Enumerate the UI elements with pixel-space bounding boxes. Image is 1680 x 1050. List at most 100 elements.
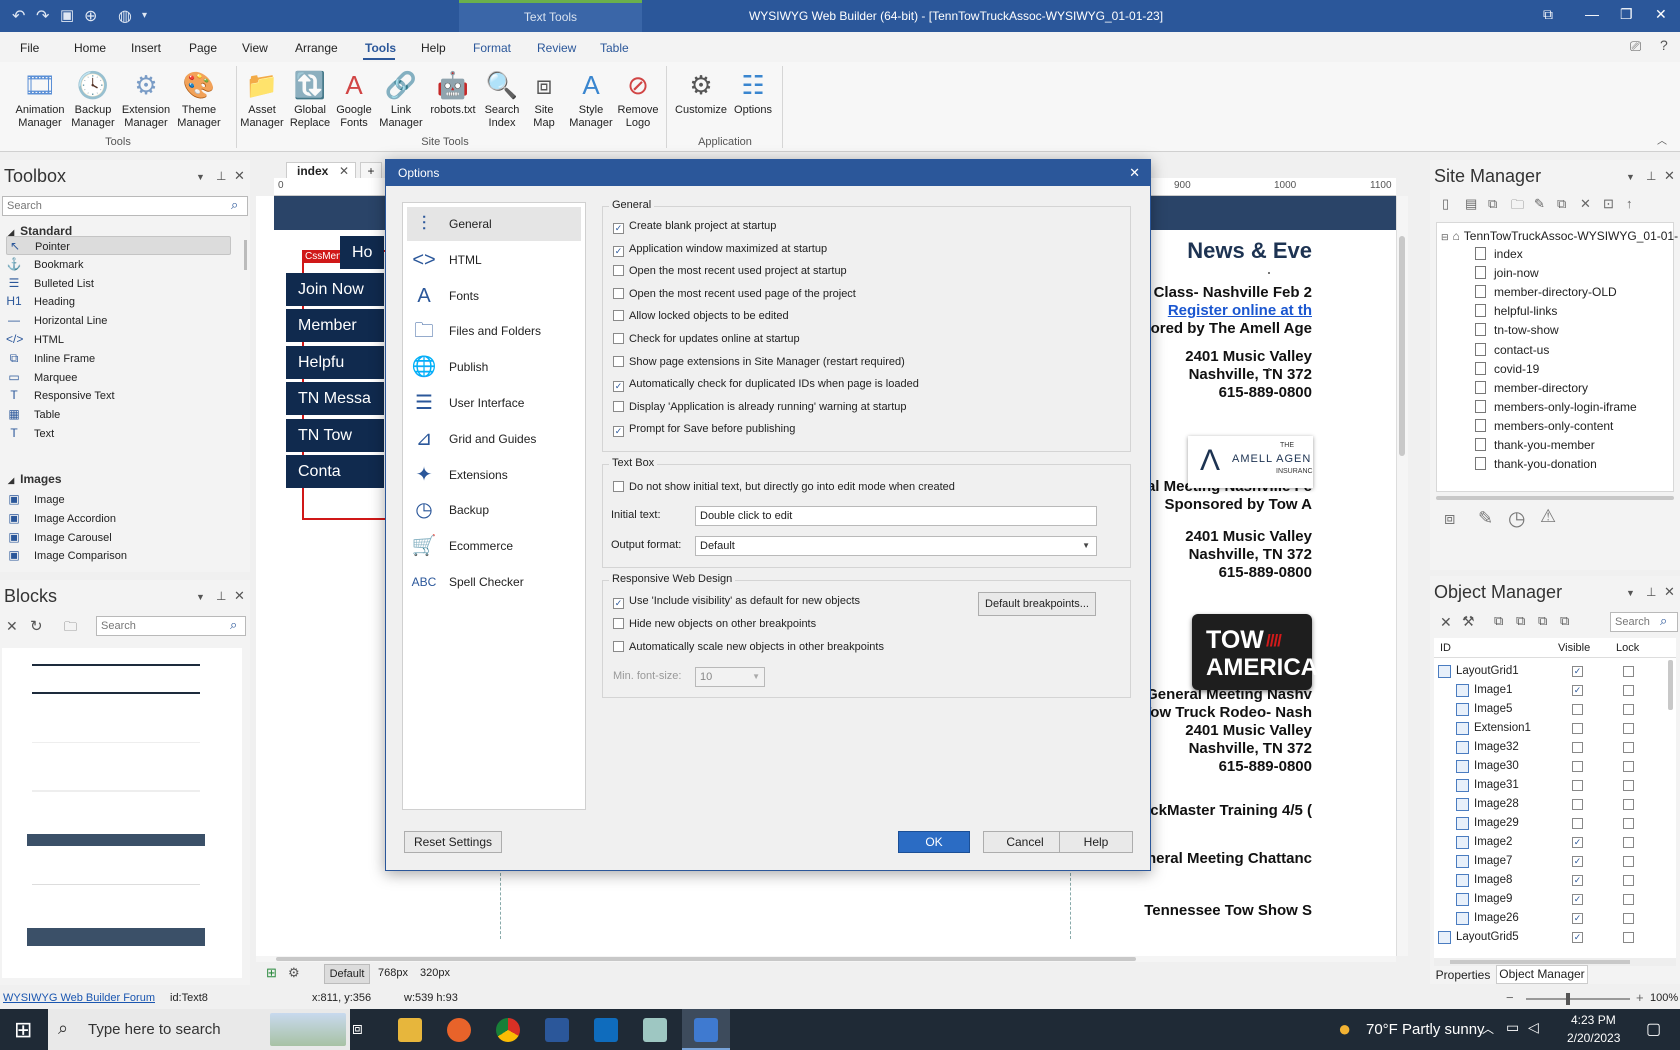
lock-checkbox[interactable]: [1623, 685, 1634, 696]
object-row[interactable]: Image30: [1436, 757, 1672, 776]
object-row[interactable]: Image2 ✓: [1436, 833, 1672, 852]
options-nav-user-interface[interactable]: ☰ User Interface: [407, 386, 581, 420]
lock-checkbox[interactable]: [1623, 856, 1634, 867]
ribbon-button-animation-manager[interactable]: 🎞 Animation Manager: [14, 68, 66, 130]
pin-icon[interactable]: ⊥: [1646, 169, 1656, 183]
breakpoint-768[interactable]: 768px: [378, 967, 408, 979]
close-panel-icon[interactable]: ✕: [234, 588, 245, 604]
refresh-icon[interactable]: ↻: [30, 617, 43, 635]
object-row[interactable]: Image32: [1436, 738, 1672, 757]
lock-checkbox[interactable]: [1623, 913, 1634, 924]
option-checkbox[interactable]: Show page extensions in Site Manager (re…: [613, 355, 905, 369]
cancel-button[interactable]: Cancel: [983, 831, 1067, 853]
ribbon-button-robots[interactable]: 🤖 robots.txt: [427, 68, 479, 117]
ribbon-button-google-fonts[interactable]: A Google Fonts: [328, 68, 380, 130]
object-row[interactable]: LayoutGrid5 ✓: [1436, 928, 1672, 947]
menu-page[interactable]: Page: [189, 41, 217, 55]
section-images[interactable]: ◢ Images: [8, 472, 62, 486]
block-thumbnail[interactable]: [32, 692, 200, 694]
collapse-ribbon-icon[interactable]: ︿: [1657, 132, 1667, 147]
lock-checkbox[interactable]: [1623, 875, 1634, 886]
news-line[interactable]: Nashville, TN 372: [1189, 740, 1312, 757]
block-thumbnail[interactable]: [27, 928, 205, 946]
firefox-icon[interactable]: [447, 1018, 471, 1042]
options-nav-folder-gear[interactable]: 🗀 Files and Folders: [407, 314, 581, 348]
min-font-size-input[interactable]: 10 ▼: [695, 667, 765, 687]
breakpoint-320[interactable]: 320px: [420, 967, 450, 979]
search-icon[interactable]: ⌕: [231, 197, 238, 213]
pin-icon[interactable]: ⊥: [216, 589, 226, 603]
tab-object-manager[interactable]: Object Manager: [1496, 965, 1588, 984]
ribbon-button-backup-manager[interactable]: 🕓 Backup Manager: [67, 68, 119, 130]
ribbon-button-theme-manager[interactable]: 🎨 Theme Manager: [173, 68, 225, 130]
ribbon-button-options[interactable]: ☷ Options: [727, 68, 779, 117]
canvas-menu-item[interactable]: TN Tow: [286, 418, 384, 452]
option-checkbox[interactable]: Automatically scale new objects in other…: [613, 641, 884, 654]
block-thumbnail[interactable]: [32, 664, 200, 666]
panel-menu-icon[interactable]: ▼: [196, 592, 205, 602]
news-line[interactable]: Nashville, TN 372: [1189, 366, 1312, 383]
column-lock[interactable]: Lock: [1616, 638, 1639, 658]
reset-settings-button[interactable]: Reset Settings: [404, 831, 502, 853]
site-page-item[interactable]: contact-us: [1475, 342, 1549, 357]
object-row[interactable]: Image7 ✓: [1436, 852, 1672, 871]
option-checkbox[interactable]: ✓ Application window maximized at startup: [613, 243, 827, 257]
canvas-vertical-scrollbar[interactable]: [1396, 196, 1408, 956]
tool-heading[interactable]: H1 Heading: [6, 292, 231, 311]
option-checkbox[interactable]: ✓ Prompt for Save before publishing: [613, 423, 795, 438]
close-icon[interactable]: ✕: [1655, 6, 1667, 23]
clock-time[interactable]: 4:23 PM: [1571, 1013, 1616, 1027]
close-panel-icon[interactable]: ✕: [1664, 168, 1675, 184]
close-panel-icon[interactable]: ✕: [1664, 584, 1675, 600]
panel-menu-icon[interactable]: ▼: [196, 172, 205, 182]
news-line[interactable]: Nashville, TN 372: [1189, 546, 1312, 563]
wrench-icon[interactable]: ⚒: [1462, 613, 1475, 630]
site-page-item[interactable]: thank-you-member: [1475, 438, 1595, 452]
block-thumbnail[interactable]: [27, 834, 205, 846]
scroll-thumb[interactable]: [276, 957, 1136, 961]
news-line[interactable]: General Meeting Chattanc: [1127, 850, 1312, 867]
object-row[interactable]: Image1 ✓: [1436, 681, 1672, 700]
column-id[interactable]: ID: [1440, 638, 1451, 658]
wysiwyg-taskbar-button[interactable]: [682, 1009, 730, 1050]
search-icon[interactable]: ⌕: [1660, 613, 1667, 629]
zoom-slider[interactable]: [1526, 993, 1630, 1005]
panel-menu-icon[interactable]: ▼: [1626, 172, 1635, 182]
visible-checkbox[interactable]: [1572, 761, 1583, 772]
options-nav-puzzle[interactable]: ✦ Extensions: [407, 458, 581, 492]
tab-properties[interactable]: Properties: [1434, 966, 1492, 984]
copy-icon[interactable]: ⧉: [1557, 196, 1566, 212]
warning-icon[interactable]: ⚠: [1540, 506, 1556, 527]
canvas-menu-item[interactable]: Ho: [340, 236, 384, 269]
lock-checkbox[interactable]: [1623, 742, 1634, 753]
object-row[interactable]: Image9 ✓: [1436, 890, 1672, 909]
initial-text-input[interactable]: Double click to edit: [695, 506, 1097, 526]
layer-icon[interactable]: ⧉: [1560, 613, 1569, 629]
menu-tools[interactable]: Tools: [365, 41, 396, 55]
scroll-thumb[interactable]: [1399, 236, 1405, 456]
menu-review[interactable]: Review: [537, 41, 576, 55]
site-page-item[interactable]: members-only-login-iframe: [1475, 399, 1637, 414]
visible-checkbox[interactable]: [1572, 799, 1583, 810]
visible-checkbox[interactable]: ✓: [1572, 913, 1583, 924]
visible-checkbox[interactable]: ✓: [1572, 666, 1583, 677]
block-thumbnail[interactable]: [32, 884, 200, 885]
menu-home[interactable]: Home: [74, 41, 106, 55]
delete-icon[interactable]: ✕: [1440, 614, 1452, 631]
canvas-menu-item[interactable]: Member: [286, 309, 384, 342]
selection-handle[interactable]: [1268, 368, 1270, 370]
tray-chevron-icon[interactable]: ︿: [1482, 1020, 1494, 1037]
ungroup-icon[interactable]: ⧉: [1516, 613, 1525, 629]
up-icon[interactable]: ↑: [1626, 196, 1633, 211]
visible-checkbox[interactable]: [1572, 780, 1583, 791]
lock-checkbox[interactable]: [1623, 780, 1634, 791]
panel-menu-icon[interactable]: ▼: [1626, 588, 1635, 598]
site-page-item[interactable]: member-directory-OLD: [1475, 285, 1617, 299]
direct-edit-checkbox[interactable]: Do not show initial text, but directly g…: [613, 481, 955, 494]
news-title[interactable]: News & Eve: [1187, 238, 1312, 264]
option-checkbox[interactable]: Allow locked objects to be edited: [613, 310, 789, 323]
task-view-icon[interactable]: ⧈: [352, 1019, 363, 1039]
news-line[interactable]: 2401 Music Valley: [1185, 722, 1312, 739]
menu-arrange[interactable]: Arrange: [295, 41, 338, 55]
lock-checkbox[interactable]: [1623, 723, 1634, 734]
